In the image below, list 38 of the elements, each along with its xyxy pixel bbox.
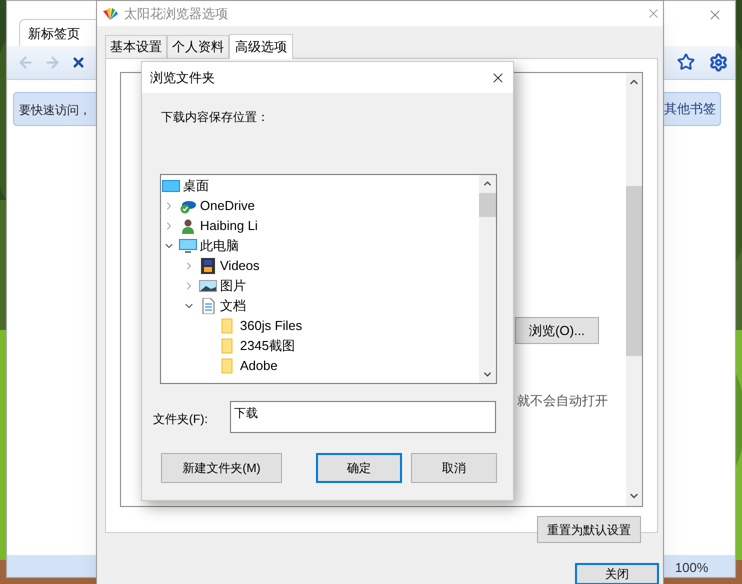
window-title: 太阳花浏览器选项 xyxy=(124,4,228,23)
folder-name-field[interactable]: 下载 xyxy=(230,401,496,433)
image-icon xyxy=(199,278,217,294)
tab[interactable]: 高级选项 xyxy=(229,34,293,59)
tab[interactable]: 基本设置 xyxy=(105,35,167,58)
settings-icon[interactable] xyxy=(709,53,728,72)
star-icon[interactable] xyxy=(677,53,695,71)
tree-item[interactable]: 图片 xyxy=(220,276,246,296)
tree-item[interactable]: Adobe xyxy=(240,356,278,376)
film-icon xyxy=(199,258,217,274)
tree-item[interactable]: OneDrive xyxy=(200,196,255,216)
dialog-button[interactable]: 新建文件夹(M) xyxy=(161,453,282,483)
dialog-button[interactable]: 取消 xyxy=(411,453,497,483)
computer-icon xyxy=(179,238,197,254)
setting-description: 就不会自动打开 xyxy=(517,392,608,410)
user-icon xyxy=(179,218,197,234)
stop-icon[interactable] xyxy=(71,55,86,70)
tree-item[interactable]: Videos xyxy=(220,256,260,276)
tree-item[interactable]: 文档 xyxy=(220,296,246,316)
cloud-icon xyxy=(179,198,197,214)
dialog-button[interactable]: 确定 xyxy=(316,453,402,483)
tree-item[interactable]: Haibing Li xyxy=(200,216,258,236)
browse-button[interactable]: 浏览(O)... xyxy=(515,317,599,344)
logo-icon xyxy=(101,8,119,20)
dialog-title: 浏览文件夹 xyxy=(150,68,215,87)
tree-item[interactable]: 360js Files xyxy=(240,316,302,336)
tree-item[interactable]: 此电脑 xyxy=(200,236,239,256)
tab[interactable]: 个人资料 xyxy=(167,35,229,58)
scrollbar-thumb[interactable] xyxy=(479,193,496,217)
scrollbar-thumb[interactable] xyxy=(626,186,642,356)
tree-item[interactable]: 桌面 xyxy=(183,176,209,196)
close-button[interactable]: 关闭 xyxy=(575,563,659,584)
desktop-icon xyxy=(162,178,180,194)
zoom-level: 100% xyxy=(675,559,708,577)
reset-button[interactable]: 重置为默认设置 xyxy=(537,516,641,543)
tree-item[interactable]: 2345截图 xyxy=(240,336,295,356)
folder-label: 文件夹(F): xyxy=(153,411,208,428)
prompt-text: 下载内容保存位置： xyxy=(161,109,269,126)
